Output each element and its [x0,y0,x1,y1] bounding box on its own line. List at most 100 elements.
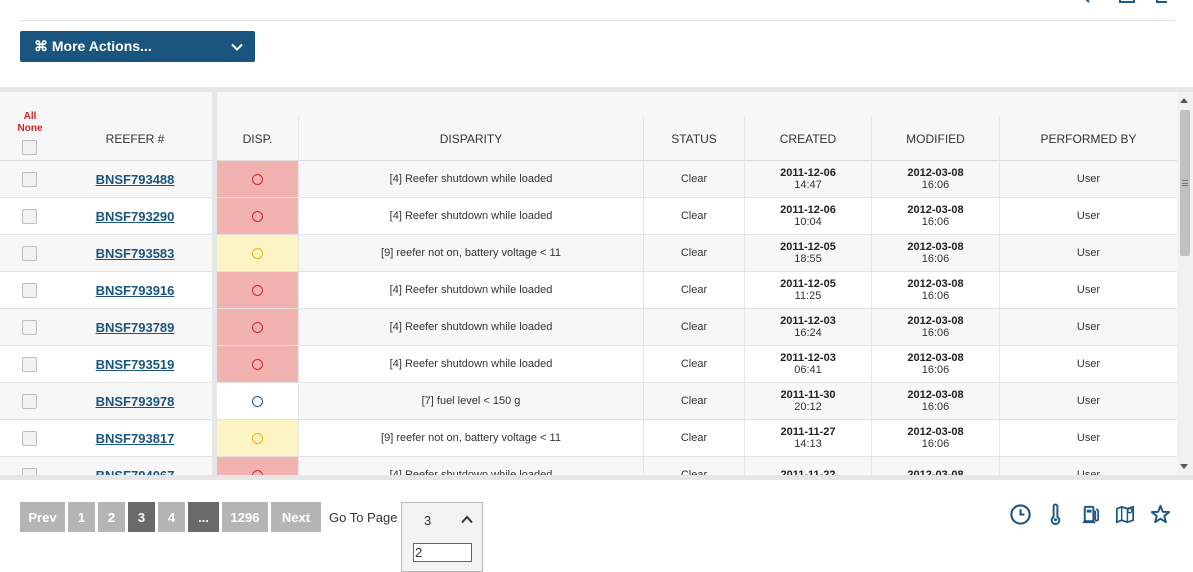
modified-date: 2012-03-08 [907,241,964,253]
row-checkbox-cell [0,309,58,345]
header-modified[interactable]: MODIFIED [871,116,999,161]
table-row[interactable]: BNSF793488 [4] Reefer shutdown while load… [0,161,1177,198]
header-performed-by[interactable]: PERFORMED BY [999,116,1177,161]
header-status[interactable]: STATUS [643,116,744,161]
row-checkbox[interactable] [21,356,37,372]
table-row[interactable]: BNSF793978 [7] fuel level < 150 g Clear 201… [0,383,1177,420]
disparity-indicator-icon [252,432,263,444]
vertical-scrollbar[interactable] [1177,92,1193,475]
reefer-link[interactable]: BNSF793488 [96,172,175,187]
share-icon[interactable] [1079,0,1099,13]
created-time: 11:25 [794,290,822,302]
disp-cell [217,420,298,456]
disparity-table: All None REEFER # DISP. DISPARITY STATUS… [0,87,1193,480]
created-cell: 2011-11-30 20:12 [744,383,871,419]
modified-time: 16:06 [921,438,950,450]
created-time: 06:41 [794,364,822,376]
disp-cell [217,272,298,308]
more-actions-button[interactable]: ⌘ More Actions... [20,31,255,62]
performed-by-cell: User [999,457,1177,475]
table-row[interactable]: BNSF794067 [4] Reefer shutdown while load… [0,457,1177,475]
row-checkbox-cell [0,198,58,234]
reefer-link[interactable]: BNSF793978 [96,394,175,409]
disparity-indicator-icon [252,469,263,475]
header-disparity[interactable]: DISPARITY [298,116,643,161]
star-icon[interactable] [1149,502,1172,526]
disparity-indicator-icon [252,284,263,296]
page-button-4[interactable]: 4 [158,502,185,532]
created-time: 18:55 [794,253,822,265]
scroll-down-icon[interactable] [1180,464,1188,469]
table-row[interactable]: BNSF793583 [9] reefer not on, battery vol… [0,235,1177,272]
disparity-indicator-icon [252,321,263,333]
reefer-cell: BNSF793519 [58,346,212,382]
row-checkbox[interactable] [21,430,37,446]
page-button-1[interactable]: 1 [68,502,95,532]
reefer-link[interactable]: BNSF793583 [96,246,175,261]
disparity-indicator-icon [252,395,263,407]
clock-icon[interactable] [1009,502,1032,526]
top-toolbar-icons [1079,0,1175,13]
table-row[interactable]: BNSF793789 [4] Reefer shutdown while load… [0,309,1177,346]
export-icon[interactable] [1155,0,1175,13]
reefer-link[interactable]: BNSF793817 [96,431,175,446]
disparity-cell: [7] fuel level < 150 g [298,383,643,419]
row-checkbox[interactable] [21,171,37,187]
row-checkbox[interactable] [21,393,37,409]
thermometer-icon[interactable] [1044,502,1067,526]
more-actions-label: ⌘ More Actions... [34,38,152,54]
row-checkbox[interactable] [21,467,37,475]
modified-time: 16:06 [921,327,950,339]
reefer-cell: BNSF793817 [58,420,212,456]
reefer-link[interactable]: BNSF793519 [96,357,175,372]
next-button[interactable]: Next [271,502,321,532]
status-cell: Clear [643,235,744,271]
disp-cell [217,457,298,475]
table-row[interactable]: BNSF793519 [4] Reefer shutdown while load… [0,346,1177,383]
header-disp[interactable]: DISP. [217,116,298,161]
fuel-icon[interactable] [1079,502,1102,526]
select-none-link[interactable]: None [14,123,46,135]
row-checkbox-cell [0,161,58,197]
page-number-input[interactable] [413,543,472,562]
page-button-2[interactable]: 2 [98,502,125,532]
page-button-last[interactable]: 1296 [222,502,268,532]
page-ellipsis: ... [188,502,219,532]
reefer-link[interactable]: BNSF794067 [96,468,175,476]
chevron-up-icon[interactable] [461,515,473,524]
page-select[interactable]: 3 [401,502,483,572]
scroll-thumb[interactable] [1180,110,1190,256]
row-checkbox[interactable] [21,319,37,335]
prev-button[interactable]: Prev [20,502,65,532]
header-reefer[interactable]: REEFER # [58,116,212,161]
reefer-link[interactable]: BNSF793916 [96,283,175,298]
performed-by-cell: User [999,161,1177,197]
created-date: 2011-11-22 [780,469,836,475]
reefer-cell: BNSF793290 [58,198,212,234]
header-created[interactable]: CREATED [744,116,871,161]
status-cell: Clear [643,346,744,382]
row-checkbox[interactable] [21,208,37,224]
disparity-indicator-icon [252,173,263,185]
table-row[interactable]: BNSF793290 [4] Reefer shutdown while load… [0,198,1177,235]
reefer-cell: BNSF793488 [58,161,212,197]
modified-date: 2012-03-08 [907,426,964,438]
table-row[interactable]: BNSF793817 [9] reefer not on, battery vol… [0,420,1177,457]
reefer-link[interactable]: BNSF793789 [96,320,175,335]
row-checkbox[interactable] [21,245,37,261]
select-all-link[interactable]: All [14,111,46,123]
reefer-link[interactable]: BNSF793290 [96,209,175,224]
table-row[interactable]: BNSF793916 [4] Reefer shutdown while load… [0,272,1177,309]
row-checkbox[interactable] [21,282,37,298]
disparity-indicator-icon [252,247,263,259]
reefer-cell: BNSF793583 [58,235,212,271]
disparity-indicator-icon [252,210,263,222]
scroll-up-icon[interactable] [1180,98,1188,103]
pagination: Prev 1 2 3 4 ... 1296 Next [20,502,321,532]
page-button-3[interactable]: 3 [128,502,155,532]
map-icon[interactable] [1114,502,1137,526]
status-cell: Clear [643,457,744,475]
print-icon[interactable] [1117,0,1137,13]
header-checkbox[interactable] [22,140,37,155]
modified-date: 2012-03-08 [907,315,964,327]
